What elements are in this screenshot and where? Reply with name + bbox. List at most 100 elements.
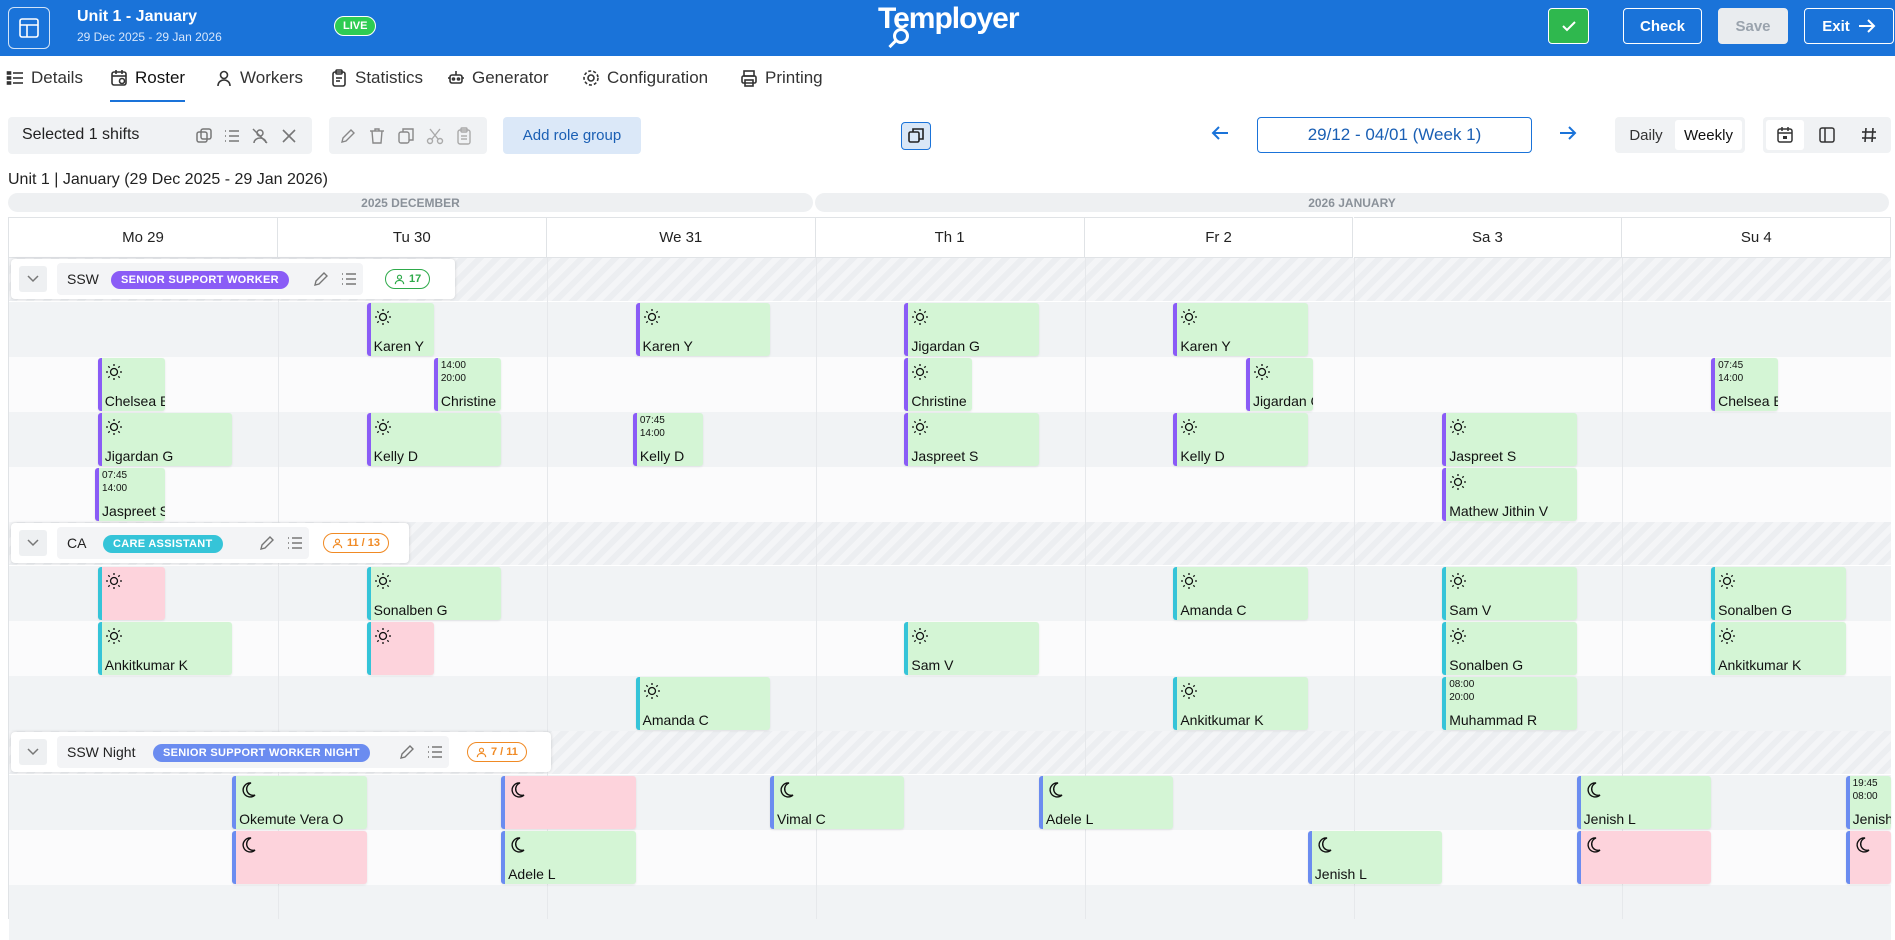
shift-card[interactable]: Sonalben G [1711,567,1846,620]
shift-card[interactable]: 07:45 14:00 Kelly D [632,413,703,466]
sun-icon [1450,573,1467,589]
edit-group-icon[interactable] [397,742,417,762]
shift-card[interactable]: Ankitkumar K [97,622,233,675]
save-button[interactable]: Save [1718,8,1788,44]
scissors-icon[interactable] [425,126,445,146]
sun-icon [1450,419,1467,435]
sun-icon [374,573,391,589]
shift-card[interactable]: Okemute Vera O [232,776,367,829]
moon-icon [242,837,256,853]
tab-generator[interactable]: Generator [447,56,549,100]
group-list-icon[interactable] [285,533,305,553]
shift-card[interactable]: Sonalben G [366,567,502,620]
shift-card[interactable]: Karen Y [1173,303,1308,356]
unit-grid-icon[interactable] [8,7,50,49]
unassign-worker-icon[interactable] [250,126,270,146]
shift-card[interactable]: Kelly D [1173,413,1308,466]
sidebar-view-icon[interactable] [1808,120,1846,150]
sun-icon [643,309,660,325]
tab-label: Statistics [355,68,424,87]
shift-card[interactable] [1845,831,1891,884]
collapse-group-button[interactable] [19,739,47,765]
group-list-icon[interactable] [339,269,359,289]
edit-group-icon[interactable] [257,533,277,553]
sun-icon [912,364,929,380]
shift-card[interactable]: Sonalben G [1442,622,1577,675]
hash-view-icon[interactable] [1850,120,1888,150]
shift-card[interactable]: 19:45 08:00 Jenish L [1845,776,1891,829]
shift-card[interactable]: Jenish L [1576,776,1712,829]
previous-week-button[interactable] [1210,124,1230,147]
group-count: 17 [409,273,422,285]
group-count-badge: 7 / 11 [467,742,527,762]
shift-card[interactable] [366,622,434,675]
shift-card[interactable]: Adele L [501,831,636,884]
edit-group-icon[interactable] [311,269,331,289]
daily-tab[interactable]: Daily [1619,120,1673,150]
shift-card[interactable]: Amanda C [1173,567,1308,620]
tab-configuration[interactable]: Configuration [582,56,708,100]
shift-card[interactable]: Sam V [904,622,1039,675]
shift-card[interactable]: Amanda C [635,677,770,730]
trash-icon[interactable] [367,126,387,146]
shift-card[interactable]: Jaspreet S [1442,413,1577,466]
next-week-button[interactable] [1558,124,1578,147]
tab-details[interactable]: Details [6,56,83,100]
calendar-view-icon[interactable] [1766,120,1804,150]
pencil-icon[interactable] [338,126,358,146]
weekly-tab[interactable]: Weekly [1675,120,1742,150]
shift-card[interactable]: Jigardan G [904,303,1039,356]
collapse-group-button[interactable] [19,266,47,292]
shift-card[interactable] [232,831,367,884]
copy-shift-icon[interactable] [194,126,214,146]
shift-card[interactable]: Vimal C [769,776,905,829]
add-role-group-button[interactable]: Add role group [503,117,641,154]
exit-button[interactable]: Exit [1804,8,1894,44]
tab-roster[interactable]: Roster [110,56,186,102]
shift-worker-name: Adele L [508,866,556,882]
clear-selection-icon[interactable] [279,126,299,146]
duplicate-icon[interactable] [396,126,416,146]
shift-card[interactable]: Ankitkumar K [1173,677,1308,730]
shift-card[interactable]: 07:45 14:00 Chelsea B [1711,358,1779,411]
tab-statistics[interactable]: Statistics [330,56,423,100]
shift-card[interactable]: Jigardan G [97,413,233,466]
shift-card[interactable]: Mathew Jithin V [1442,468,1577,521]
shift-card[interactable]: Ankitkumar K [1711,622,1846,675]
tab-printing[interactable]: Printing [740,56,823,100]
tab-workers[interactable]: Workers [215,56,303,100]
shift-card[interactable]: Karen Y [635,303,770,356]
shift-card[interactable]: Christine [904,358,972,411]
copy-mode-toggle[interactable] [901,122,931,150]
paste-icon[interactable] [454,126,474,146]
check-button[interactable]: Check [1623,8,1702,44]
shift-card[interactable] [1576,831,1712,884]
confirm-button[interactable] [1548,8,1589,44]
shift-card[interactable]: Jaspreet S [904,413,1039,466]
group-list-icon[interactable] [425,742,445,762]
shift-card[interactable]: Sam V [1442,567,1577,620]
period-toggle: Daily Weekly [1615,117,1745,153]
shift-worker-name: Sonalben G [1449,657,1524,673]
shift-card[interactable]: 14:00 20:00 Christine [433,358,502,411]
shift-card[interactable] [501,776,636,829]
sun-icon [374,628,391,644]
moon-icon [1856,837,1870,853]
collapse-group-button[interactable] [19,530,47,556]
week-range-selector[interactable]: 29/12 - 04/01 (Week 1) [1257,117,1532,153]
shift-card[interactable]: 07:45 14:00 Jaspreet S [95,468,165,521]
shift-card[interactable]: Jenish L [1307,831,1443,884]
sun-icon [912,628,929,644]
shift-card[interactable]: Kelly D [366,413,502,466]
shift-card[interactable] [97,567,165,620]
shift-worker-name: Jigardan G [911,338,980,354]
shift-card[interactable]: Jigardan G [1245,358,1314,411]
sun-icon [1450,628,1467,644]
shift-card[interactable]: 08:00 20:00 Muhammad R [1442,677,1577,730]
roster-row [9,885,1891,940]
list-icon[interactable] [222,126,242,146]
shift-worker-name: Sam V [1449,602,1492,618]
shift-card[interactable]: Chelsea B [97,358,165,411]
shift-card[interactable]: Karen Y [366,303,434,356]
shift-card[interactable]: Adele L [1038,776,1174,829]
